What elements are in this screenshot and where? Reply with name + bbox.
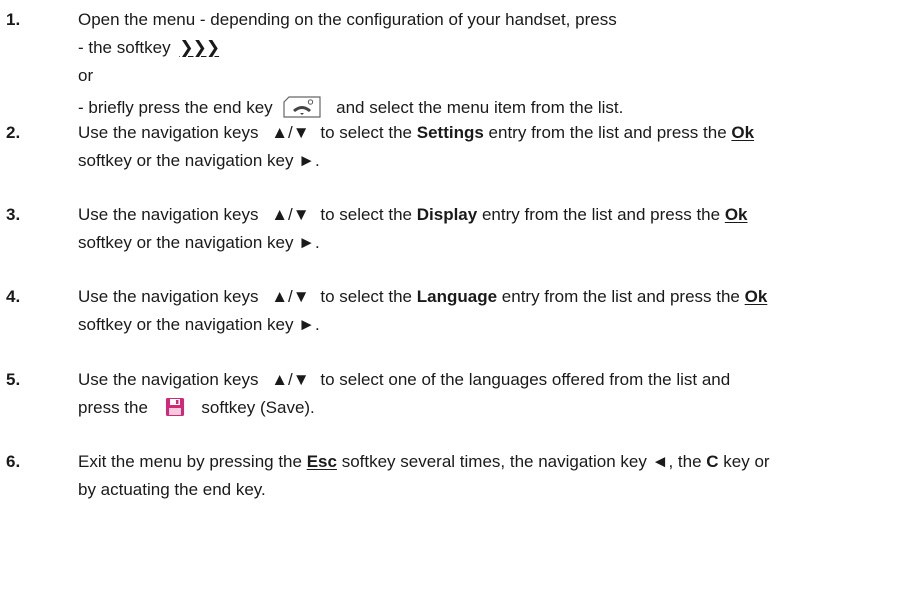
step-line: - briefly press the end key and select t… <box>78 94 905 122</box>
or-label: or <box>78 66 94 85</box>
text: softkey (Save). <box>201 398 315 417</box>
menu-entry: Display <box>416 205 478 224</box>
step-line: softkey or the navigation key ►. <box>78 233 320 252</box>
esc-softkey: Esc <box>306 452 337 471</box>
step-text: Use the navigation keys ▲/▼ to select th… <box>78 119 905 175</box>
step-line: Use the navigation keys ▲/▼ to select th… <box>78 119 905 147</box>
step-text: Use the navigation keys ▲/▼ to select on… <box>78 366 905 422</box>
instruction-page: 1. Open the menu - depending on the conf… <box>0 0 915 604</box>
step-number: 3. <box>6 205 21 224</box>
nav-keys-icon: ▲/▼ <box>271 370 310 389</box>
step-number: 2. <box>6 123 21 142</box>
nav-keys-icon: ▲/▼ <box>271 205 310 224</box>
step-line: softkey or the navigation key ►. <box>78 151 320 170</box>
step-number: 4. <box>6 287 21 306</box>
end-key-icon <box>283 95 321 118</box>
menu-entry: Settings <box>416 123 484 142</box>
step-line: - the softkey ❯❯❯ <box>78 34 905 62</box>
text: Use the navigation keys <box>78 123 259 142</box>
ok-softkey: Ok <box>724 205 748 224</box>
step-line: softkey or the navigation key ►. <box>78 315 320 334</box>
step-line: Open the menu - depending on the configu… <box>78 10 617 29</box>
step-line: Exit the menu by pressing the Esc softke… <box>78 448 905 476</box>
text: entry from the list and press the <box>501 287 740 306</box>
step-line: by actuating the end key. <box>78 480 266 499</box>
softkey-label: - the softkey <box>78 38 171 57</box>
c-key: C <box>706 452 719 471</box>
step-number: 5. <box>6 370 21 389</box>
text: Use the navigation keys <box>78 370 259 389</box>
step-text: Open the menu - depending on the configu… <box>78 6 905 122</box>
text: to select the <box>320 287 413 306</box>
end-key-text: - briefly press the end key <box>78 98 273 117</box>
text: softkey several times, the navigation ke… <box>341 452 702 471</box>
ok-softkey: Ok <box>744 287 768 306</box>
step-number: 1. <box>6 10 21 29</box>
text: Exit the menu by pressing the <box>78 452 302 471</box>
step-number: 6. <box>6 452 21 471</box>
step-line: Use the navigation keys ▲/▼ to select on… <box>78 366 905 394</box>
menu-softkey-icon: ❯❯❯ <box>179 38 220 57</box>
save-icon <box>165 397 185 417</box>
text: Use the navigation keys <box>78 205 259 224</box>
step-text: Exit the menu by pressing the Esc softke… <box>78 448 905 504</box>
step-line: press the softkey (Save). <box>78 394 905 422</box>
step-line: Use the navigation keys ▲/▼ to select th… <box>78 201 905 229</box>
text: entry from the list and press the <box>481 205 721 224</box>
nav-keys-icon: ▲/▼ <box>271 287 310 306</box>
text: to select one of the languages offered f… <box>320 370 731 389</box>
step-text: Use the navigation keys ▲/▼ to select th… <box>78 283 905 339</box>
text: entry from the list and press the <box>488 123 727 142</box>
menu-entry: Language <box>416 287 498 306</box>
text: Use the navigation keys <box>78 287 259 306</box>
text: press the <box>78 398 148 417</box>
text: to select the <box>320 123 413 142</box>
step-line: Use the navigation keys ▲/▼ to select th… <box>78 283 905 311</box>
text: key or <box>723 452 770 471</box>
end-key-text-post: and select the menu item from the list. <box>336 98 624 117</box>
text: to select the <box>320 205 413 224</box>
ok-softkey: Ok <box>731 123 755 142</box>
nav-keys-icon: ▲/▼ <box>271 123 310 142</box>
step-text: Use the navigation keys ▲/▼ to select th… <box>78 201 905 257</box>
